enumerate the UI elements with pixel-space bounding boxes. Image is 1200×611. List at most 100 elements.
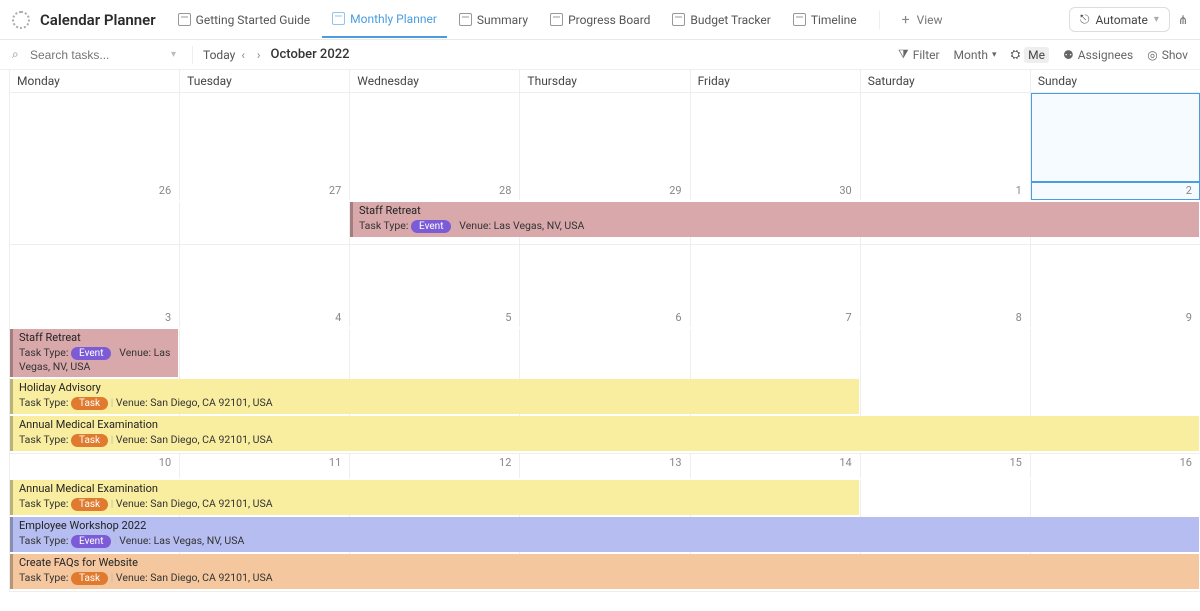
- day-number: 11: [329, 456, 341, 469]
- tab-getting-started-guide[interactable]: Getting Started Guide: [168, 3, 320, 37]
- day-number: 7: [846, 311, 852, 324]
- day-cell[interactable]: [691, 93, 861, 182]
- day-cell-header[interactable]: 28: [350, 182, 520, 200]
- bolt-icon: ⎋: [1080, 12, 1090, 27]
- day-cell-header[interactable]: 9: [1031, 309, 1200, 327]
- search-input[interactable]: [30, 48, 150, 62]
- day-cell[interactable]: [350, 245, 520, 309]
- day-cell[interactable]: [1031, 93, 1200, 182]
- day-header: Thursday: [520, 70, 690, 92]
- task-type-pill: Task: [71, 397, 108, 410]
- tab-label: Getting Started Guide: [196, 13, 310, 27]
- view-icon: [672, 13, 685, 26]
- plus-icon: +: [902, 12, 910, 28]
- search-wrap: ⌕ ▾: [12, 48, 182, 62]
- period-dropdown[interactable]: Month▾: [954, 48, 997, 62]
- tab-timeline[interactable]: Timeline: [783, 3, 867, 37]
- day-cell-header[interactable]: 8: [861, 309, 1031, 327]
- day-number: 5: [505, 311, 511, 324]
- task-type-label: Task Type:: [19, 497, 68, 510]
- next-month-button[interactable]: ›: [251, 48, 267, 62]
- task-type-pill: Event: [71, 347, 111, 360]
- day-number: 10: [159, 456, 171, 469]
- event-meta: Task Type: Event | Venue: Las Vegas, NV,…: [359, 219, 584, 232]
- event-title: Create FAQs for Website: [19, 556, 1193, 569]
- today-button[interactable]: Today: [203, 48, 235, 62]
- day-cell-header[interactable]: 3: [10, 309, 180, 327]
- day-cell[interactable]: [691, 245, 861, 309]
- automate-button[interactable]: ⎋ Automate ▾: [1069, 7, 1170, 32]
- calendar-event[interactable]: Holiday AdvisoryTask Type: Task | Venue:…: [10, 379, 859, 414]
- calendar-event[interactable]: Employee Workshop 2022Task Type: Event |…: [10, 517, 1199, 552]
- day-cell[interactable]: [520, 245, 690, 309]
- venue-label: Venue:: [119, 346, 151, 359]
- day-cell-header[interactable]: 5: [350, 309, 520, 327]
- day-cell[interactable]: [180, 245, 350, 309]
- day-cell-header[interactable]: 7: [691, 309, 861, 327]
- show-button[interactable]: ◎Shov: [1147, 48, 1188, 62]
- calendar-event[interactable]: Annual Medical ExaminationTask Type: Tas…: [10, 416, 1199, 451]
- day-cell[interactable]: [1031, 245, 1200, 309]
- chevron-down-icon: ▾: [992, 50, 997, 60]
- day-cell[interactable]: [10, 245, 180, 309]
- day-cell-header[interactable]: 10: [10, 454, 180, 478]
- tab-label: Progress Board: [568, 13, 650, 27]
- current-month-label: October 2022: [271, 47, 350, 62]
- day-cell[interactable]: [861, 93, 1031, 182]
- event-title: Staff Retreat: [359, 204, 1193, 217]
- day-cell[interactable]: [180, 93, 350, 182]
- day-number: 16: [1180, 456, 1192, 469]
- venue-label: Venue:: [116, 571, 148, 584]
- prev-month-button[interactable]: ‹: [235, 48, 251, 62]
- calendar-event[interactable]: Annual Medical ExaminationTask Type: Tas…: [10, 480, 859, 515]
- day-cell-header[interactable]: 2: [1031, 182, 1200, 200]
- day-number: 30: [839, 184, 851, 197]
- day-cell-header[interactable]: 26: [10, 182, 180, 200]
- day-cell-header[interactable]: 12: [350, 454, 520, 478]
- tab-monthly-planner[interactable]: Monthly Planner: [322, 2, 447, 38]
- filter-button[interactable]: ⧩Filter: [898, 47, 940, 62]
- task-type-label: Task Type:: [19, 534, 68, 547]
- day-cell[interactable]: [10, 93, 180, 182]
- day-cell-header[interactable]: 11: [180, 454, 350, 478]
- app-icon: [12, 11, 30, 29]
- day-number: 29: [669, 184, 681, 197]
- day-cell-header[interactable]: 30: [691, 182, 861, 200]
- chevron-down-icon[interactable]: ▾: [171, 49, 176, 60]
- venue-label: Venue:: [119, 534, 151, 547]
- calendar-event[interactable]: Staff Retreat Task Type: Event | Venue: L…: [350, 202, 1199, 237]
- day-number: 26: [159, 184, 171, 197]
- share-icon[interactable]: ⋔: [1178, 13, 1188, 27]
- calendar-event[interactable]: Create FAQs for WebsiteTask Type: Task |…: [10, 554, 1199, 589]
- calendar-event[interactable]: Staff RetreatTask Type: Event | Venue: L…: [10, 329, 178, 377]
- me-filter[interactable]: ⛭Me: [1011, 47, 1049, 63]
- day-cell[interactable]: [861, 245, 1031, 309]
- person-icon: ⛭: [1011, 47, 1021, 62]
- tab-progress-board[interactable]: Progress Board: [540, 3, 660, 37]
- assignees-button[interactable]: ⚉Assignees: [1063, 48, 1133, 62]
- event-title: Staff Retreat: [19, 331, 172, 344]
- page-title: Calendar Planner: [40, 11, 156, 29]
- add-view-button[interactable]: +View: [892, 2, 953, 38]
- day-cell-header[interactable]: 1: [861, 182, 1031, 200]
- day-cell-header[interactable]: 29: [520, 182, 690, 200]
- day-cell-header[interactable]: 16: [1031, 454, 1200, 478]
- day-cell[interactable]: [520, 93, 690, 182]
- day-cell-header[interactable]: 15: [861, 454, 1031, 478]
- day-cell-header[interactable]: 6: [520, 309, 690, 327]
- automate-label: Automate: [1096, 13, 1148, 27]
- day-header: Friday: [691, 70, 861, 92]
- day-cell[interactable]: [350, 93, 520, 182]
- day-cell-header[interactable]: 13: [520, 454, 690, 478]
- view-icon: [332, 12, 345, 25]
- venue-value: San Diego, CA 92101, USA: [150, 396, 272, 409]
- tab-budget-tracker[interactable]: Budget Tracker: [662, 3, 780, 37]
- day-header: Monday: [10, 70, 180, 92]
- day-cell-header[interactable]: 14: [691, 454, 861, 478]
- tab-summary[interactable]: Summary: [449, 3, 538, 37]
- day-cell-header[interactable]: 27: [180, 182, 350, 200]
- event-title: Annual Medical Examination: [19, 482, 853, 495]
- day-cell-header[interactable]: 4: [180, 309, 350, 327]
- day-headers: MondayTuesdayWednesdayThursdayFridaySatu…: [10, 70, 1200, 93]
- eye-icon: ◎: [1147, 48, 1157, 62]
